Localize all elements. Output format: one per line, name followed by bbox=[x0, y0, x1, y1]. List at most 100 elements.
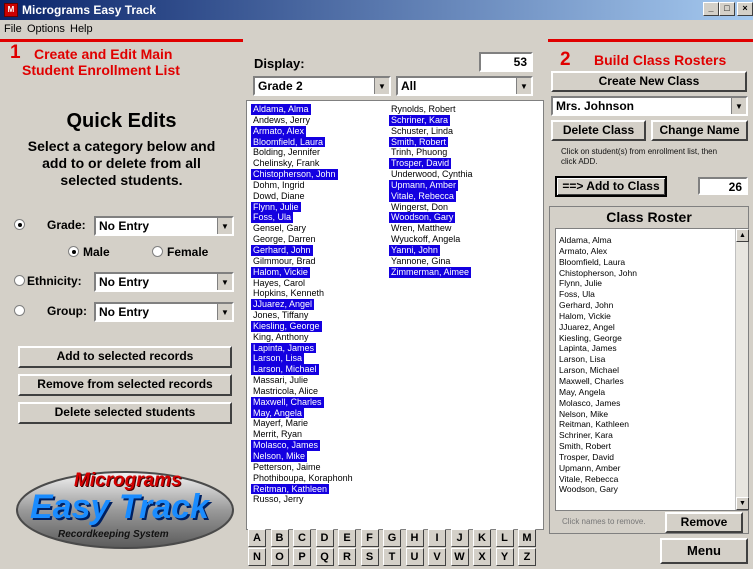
student-item[interactable]: King, Anthony bbox=[251, 332, 311, 343]
letter-filter-button[interactable]: P bbox=[293, 548, 311, 566]
roster-item[interactable]: Kiesling, George bbox=[556, 333, 637, 344]
student-item[interactable]: Merrit, Ryan bbox=[251, 429, 304, 440]
menu-file[interactable]: File bbox=[4, 23, 22, 35]
letter-filter-button[interactable]: J bbox=[450, 529, 469, 547]
student-item[interactable]: Flynn, Julie bbox=[251, 201, 301, 213]
roster-item[interactable]: Halom, Vickie bbox=[556, 311, 637, 322]
add-to-selected-button[interactable]: Add to selected records bbox=[18, 346, 232, 368]
student-item[interactable]: Halom, Vickie bbox=[251, 266, 310, 278]
student-item[interactable]: Vitale, Rebecca bbox=[389, 190, 456, 202]
ethnicity-select[interactable]: No Entry ▼ bbox=[94, 272, 234, 292]
student-item[interactable]: Wingerst, Don bbox=[389, 202, 450, 213]
ethnicity-radio[interactable] bbox=[14, 275, 25, 286]
student-item[interactable]: Hopkins, Kenneth bbox=[251, 288, 326, 299]
student-item[interactable]: Gilmmour, Brad bbox=[251, 256, 318, 267]
letter-filter-button[interactable]: C bbox=[293, 529, 311, 547]
roster-item[interactable]: Bloomfield, Laura bbox=[556, 257, 637, 268]
student-item[interactable]: Armato, Alex bbox=[251, 125, 307, 137]
student-item[interactable]: Lapinta, James bbox=[251, 342, 317, 354]
roster-item[interactable]: Vitale, Rebecca bbox=[556, 474, 637, 485]
menu-button[interactable]: Menu bbox=[660, 538, 748, 564]
roster-list[interactable]: Aldama, Alma Armato, Alex Bloomfield, Laur… bbox=[555, 228, 749, 511]
change-name-button[interactable]: Change Name bbox=[651, 120, 748, 141]
group-radio[interactable] bbox=[14, 305, 25, 316]
add-to-class-button[interactable]: ==> Add to Class bbox=[555, 176, 667, 197]
student-item[interactable]: Wren, Matthew bbox=[389, 223, 453, 234]
letter-filter-button[interactable]: D bbox=[315, 529, 334, 547]
roster-item[interactable]: Flynn, Julie bbox=[556, 278, 637, 289]
letter-filter-button[interactable]: H bbox=[405, 529, 424, 547]
group-filter-select[interactable]: All ▼ bbox=[396, 76, 533, 96]
scroll-up-icon[interactable]: ▲ bbox=[736, 229, 749, 242]
letter-filter-button[interactable]: Q bbox=[315, 548, 334, 566]
roster-scrollbar[interactable]: ▲ ▼ bbox=[735, 229, 749, 510]
roster-item[interactable]: Woodson, Gary bbox=[556, 484, 637, 495]
letter-filter-button[interactable]: V bbox=[428, 548, 446, 566]
student-item[interactable]: Larson, Lisa bbox=[251, 353, 305, 365]
roster-item[interactable]: Schriner, Kara bbox=[556, 430, 637, 441]
chevron-down-icon[interactable]: ▼ bbox=[217, 304, 232, 320]
letter-filter-button[interactable]: S bbox=[360, 548, 379, 566]
letter-filter-button[interactable]: T bbox=[383, 548, 401, 566]
remove-button[interactable]: Remove bbox=[665, 512, 743, 533]
student-item[interactable]: George, Darren bbox=[251, 234, 318, 245]
letter-filter-button[interactable]: R bbox=[338, 548, 356, 566]
roster-item[interactable]: Aldama, Alma bbox=[556, 235, 637, 246]
student-item[interactable]: Larson, Michael bbox=[251, 364, 319, 376]
student-item[interactable]: Massari, Julie bbox=[251, 375, 310, 386]
student-item[interactable]: Zimmerman, Aimee bbox=[389, 266, 472, 278]
student-item[interactable]: Dowd, Diane bbox=[251, 191, 307, 202]
minimize-icon[interactable]: _ bbox=[703, 2, 719, 16]
student-item[interactable]: Dohm, Ingrid bbox=[251, 180, 307, 191]
student-item[interactable]: Trosper, David bbox=[389, 158, 452, 170]
student-item[interactable]: Bloomfield, Laura bbox=[251, 136, 326, 148]
roster-item[interactable]: Larson, Lisa bbox=[556, 354, 637, 365]
menu-help[interactable]: Help bbox=[70, 23, 93, 35]
letter-filter-button[interactable]: O bbox=[270, 548, 289, 566]
student-item[interactable]: Petterson, Jaime bbox=[251, 462, 323, 473]
student-item[interactable]: Wyuckoff, Angela bbox=[389, 234, 462, 245]
chevron-down-icon[interactable]: ▼ bbox=[217, 274, 232, 290]
student-item[interactable]: Maxwell, Charles bbox=[251, 396, 324, 408]
student-item[interactable]: Aldama, Alma bbox=[251, 104, 311, 115]
grade-select[interactable]: No Entry ▼ bbox=[94, 216, 234, 236]
close-icon[interactable]: × bbox=[737, 2, 753, 16]
student-item[interactable]: Rynolds, Robert bbox=[389, 104, 458, 115]
letter-filter-button[interactable]: B bbox=[270, 529, 289, 547]
student-item[interactable]: Bolding, Jennifer bbox=[251, 147, 322, 158]
student-item[interactable]: Upmann, Amber bbox=[389, 179, 459, 191]
delete-class-button[interactable]: Delete Class bbox=[551, 120, 646, 141]
roster-item[interactable]: Molasco, James bbox=[556, 398, 637, 409]
student-item[interactable]: Yanni, John bbox=[389, 244, 440, 256]
remove-from-selected-button[interactable]: Remove from selected records bbox=[18, 374, 232, 396]
student-list[interactable]: Aldama, Alma Andews, Jerry Armato, Alex Blo… bbox=[246, 100, 544, 530]
male-radio[interactable] bbox=[68, 246, 79, 257]
roster-item[interactable]: Reitman, Kathleen bbox=[556, 419, 637, 430]
student-item[interactable]: Foss, Ula bbox=[251, 212, 294, 224]
roster-item[interactable]: Maxwell, Charles bbox=[556, 376, 637, 387]
letter-filter-button[interactable]: F bbox=[360, 529, 379, 547]
roster-item[interactable]: Larson, Michael bbox=[556, 365, 637, 376]
chevron-down-icon[interactable]: ▼ bbox=[217, 218, 232, 234]
student-item[interactable]: Mayerf, Marie bbox=[251, 418, 310, 429]
student-item[interactable]: May, Angela bbox=[251, 407, 304, 419]
chevron-down-icon[interactable]: ▼ bbox=[731, 98, 746, 114]
letter-filter-button[interactable]: Y bbox=[495, 548, 514, 566]
scroll-down-icon[interactable]: ▼ bbox=[736, 497, 749, 510]
student-item[interactable]: Underwood, Cynthia bbox=[389, 169, 475, 180]
student-item[interactable]: Woodson, Gary bbox=[389, 212, 456, 224]
student-item[interactable]: Schriner, Kara bbox=[389, 114, 451, 126]
student-item[interactable]: Hayes, Carol bbox=[251, 278, 307, 289]
letter-filter-button[interactable]: A bbox=[248, 529, 266, 547]
letter-filter-button[interactable]: U bbox=[405, 548, 424, 566]
chevron-down-icon[interactable]: ▼ bbox=[516, 78, 531, 94]
menu-options[interactable]: Options bbox=[27, 23, 65, 35]
letter-filter-button[interactable]: K bbox=[473, 529, 491, 547]
roster-item[interactable]: JJuarez, Angel bbox=[556, 322, 637, 333]
roster-item[interactable]: May, Angela bbox=[556, 387, 637, 398]
grade-filter-select[interactable]: Grade 2 ▼ bbox=[253, 76, 391, 96]
student-item[interactable]: Smith, Robert bbox=[389, 136, 449, 148]
letter-filter-button[interactable]: W bbox=[450, 548, 469, 566]
create-new-class-button[interactable]: Create New Class bbox=[551, 71, 747, 92]
roster-item[interactable]: Chistopherson, John bbox=[556, 268, 637, 279]
